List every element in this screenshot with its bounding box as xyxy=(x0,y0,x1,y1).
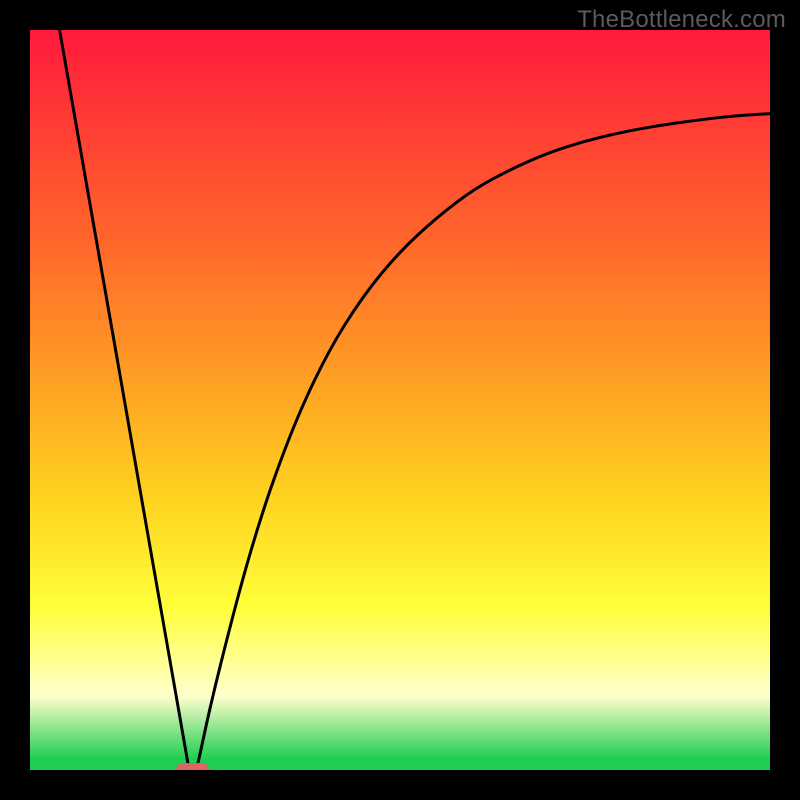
baseline-strip xyxy=(30,758,770,770)
minimum-marker xyxy=(176,763,209,770)
chart-container: TheBottleneck.com xyxy=(0,0,800,800)
plot-area xyxy=(30,30,770,770)
background-gradient xyxy=(30,30,770,770)
